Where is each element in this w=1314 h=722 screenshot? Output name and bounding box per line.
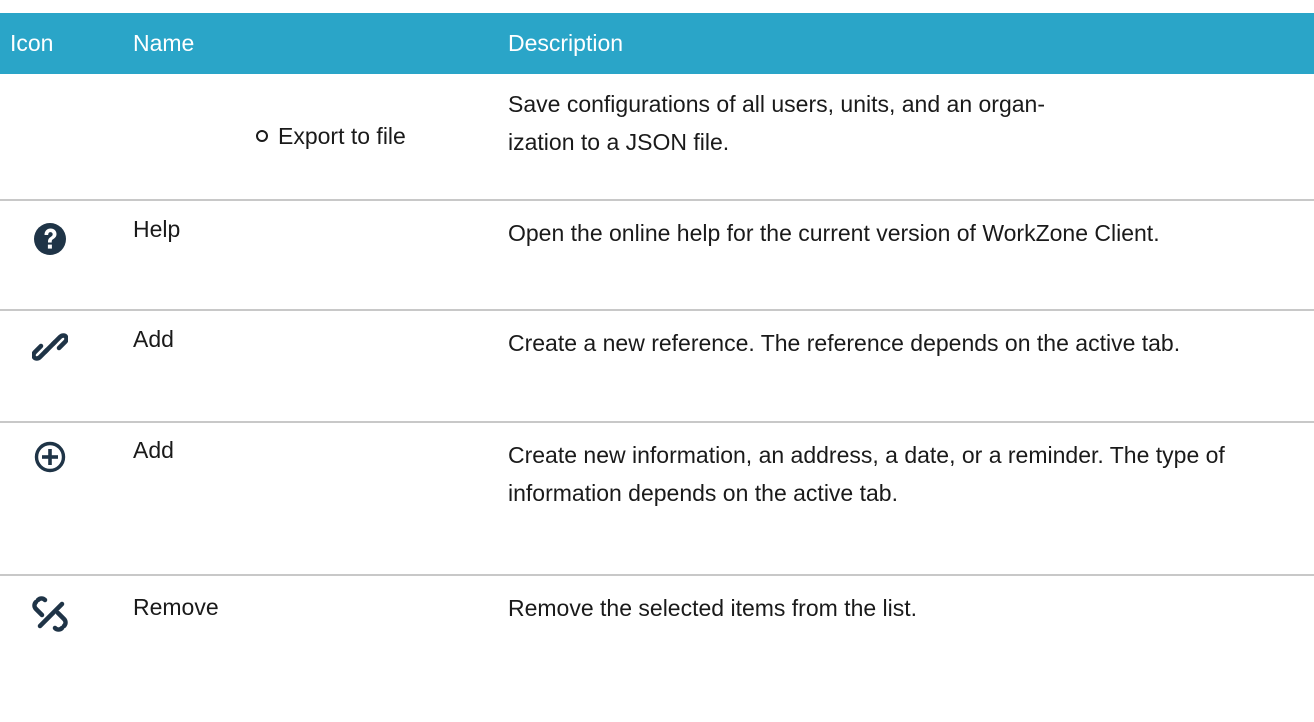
hollow-bullet-icon bbox=[256, 129, 268, 142]
row-description: Save configurations of all users, units,… bbox=[508, 91, 1045, 155]
plus-circle-icon bbox=[30, 437, 70, 477]
table-row: Add Create new information, an address, … bbox=[0, 423, 1314, 576]
row-name-text: Export to file bbox=[278, 123, 406, 149]
table-row: Add Create a new reference. The referenc… bbox=[0, 311, 1314, 423]
unlink-icon bbox=[30, 594, 70, 634]
reference-table: Icon Name Description Export to file Sav… bbox=[0, 13, 1314, 656]
row-description: Open the online help for the current ver… bbox=[508, 220, 1160, 246]
table-row: Help Open the online help for the curren… bbox=[0, 201, 1314, 311]
column-header-description: Description bbox=[508, 30, 624, 56]
table-header: Icon Name Description bbox=[0, 13, 1314, 74]
row-name: Export to file bbox=[256, 121, 406, 151]
link-icon bbox=[30, 327, 70, 367]
row-name: Add bbox=[133, 326, 174, 352]
row-description: Create a new reference. The reference de… bbox=[508, 330, 1181, 356]
row-name: Remove bbox=[133, 594, 219, 620]
row-name: Add bbox=[133, 437, 174, 463]
column-header-name: Name bbox=[133, 30, 195, 56]
help-icon bbox=[30, 219, 70, 259]
row-description: Remove the selected items from the list. bbox=[508, 595, 918, 621]
table-row: Export to file Save configurations of al… bbox=[0, 74, 1314, 201]
row-description: Create new information, an address, a da… bbox=[508, 442, 1225, 506]
row-name: Help bbox=[133, 216, 181, 242]
column-header-icon: Icon bbox=[10, 30, 54, 56]
table-row: Remove Remove the selected items from th… bbox=[0, 576, 1314, 656]
